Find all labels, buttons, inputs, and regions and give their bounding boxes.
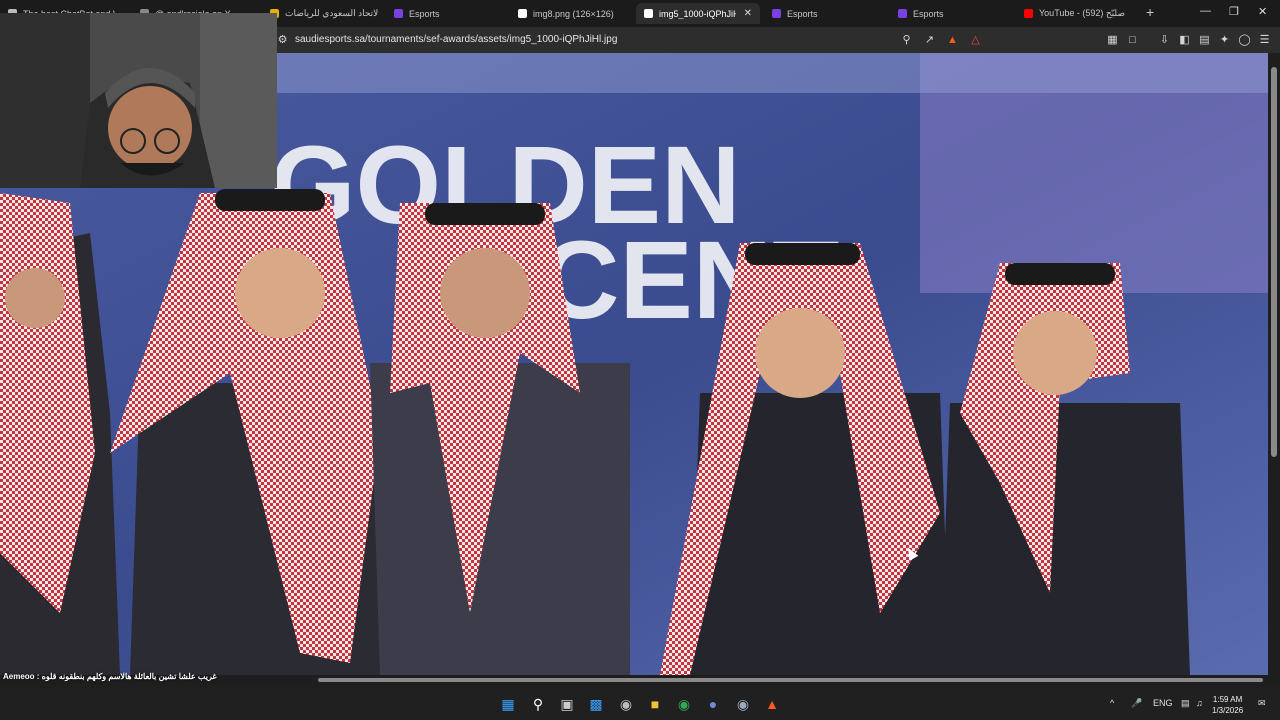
microphone-icon[interactable]: 🎤	[1131, 698, 1142, 709]
tab-label: img8.png (126×126)	[533, 8, 614, 19]
tab-8[interactable]: YouTube - صلبّح (592)	[1016, 3, 1140, 24]
chat-text: غريب علشا تشين بالعائلة هالاسم وكلهم بنط…	[41, 672, 217, 681]
tab-6[interactable]: Esports	[764, 3, 888, 24]
tab-label: Esports	[787, 8, 818, 19]
tab-label: Esports	[913, 8, 944, 19]
network-icon[interactable]: ▤	[1181, 698, 1190, 709]
store-icon[interactable]: ▩	[586, 694, 606, 714]
windows-taskbar: ▦ ⚲ ▣ ▩ ◉ ■ ◉ ● ◉ ▲ ^ 🎤 ENG ▤ ♫ 1:59 AM …	[0, 688, 1280, 720]
chat-message: Aemeoo : غريب علشا تشين بالعائلة هالاسم …	[3, 672, 217, 681]
leo-icon[interactable]: ✦	[1218, 33, 1231, 46]
clock-time: 1:59 AM	[1212, 695, 1243, 704]
system-clock[interactable]: 1:59 AM 1/3/2026	[1212, 694, 1243, 716]
brave-icon[interactable]: ▲	[762, 694, 782, 714]
extensions-icon[interactable]: ▦	[1106, 33, 1119, 46]
sidebar-icon[interactable]: ◧	[1178, 33, 1191, 46]
vertical-scroll-thumb[interactable]	[1271, 67, 1277, 457]
url-text[interactable]: saudiesports.sa/tournaments/sef-awards/a…	[295, 34, 617, 45]
maximize-button[interactable]: ❐	[1229, 5, 1239, 18]
tab-4[interactable]: img8.png (126×126)	[510, 3, 634, 24]
tab-favicon-icon	[1024, 9, 1033, 18]
chat-username: Aemeoo	[3, 672, 35, 681]
brave-rewards-icon[interactable]: △	[969, 33, 982, 46]
tab-favicon-icon	[772, 9, 781, 18]
tab-3[interactable]: Esports	[386, 3, 510, 24]
file-explorer-icon[interactable]: ■	[645, 694, 665, 714]
menu-icon[interactable]: ☰	[1258, 33, 1271, 46]
tab-favicon-icon	[394, 9, 403, 18]
share-icon[interactable]: ↗	[923, 33, 936, 46]
notifications-icon[interactable]: ✉	[1258, 698, 1266, 709]
tab-label: YouTube - صلبّح (592)	[1039, 8, 1126, 18]
chrome-icon[interactable]: ◉	[674, 694, 694, 714]
webcam-overlay	[0, 13, 277, 188]
tab-label: img5_1000-iQPhJiHl.jpg	[659, 8, 736, 19]
tab-label: Esports	[409, 8, 440, 19]
task-view-icon[interactable]: ▣	[557, 694, 577, 714]
clock-date: 1/3/2026	[1212, 706, 1244, 715]
tray-overflow-icon[interactable]: ^	[1110, 698, 1114, 708]
vpn-icon[interactable]: ◯	[1238, 33, 1251, 46]
close-window-button[interactable]: ✕	[1258, 5, 1267, 18]
download-icon[interactable]: ⇩	[1158, 33, 1171, 46]
tab-close-icon[interactable]: ✕	[744, 8, 752, 19]
language-indicator[interactable]: ENG	[1153, 698, 1173, 708]
vertical-scrollbar[interactable]	[1268, 53, 1280, 675]
tab-2[interactable]: جوائز الاتحاد السعودي للرياضات	[262, 3, 386, 24]
tab-favicon-icon	[518, 9, 527, 18]
tab-label: جوائز الاتحاد السعودي للرياضات	[285, 8, 378, 18]
tab-favicon-icon	[898, 9, 907, 18]
tab-5[interactable]: img5_1000-iQPhJiHl.jpg ✕	[636, 3, 760, 24]
tab-favicon-icon	[644, 9, 653, 18]
search-icon[interactable]: ⚲	[528, 694, 548, 714]
new-tab-button[interactable]: +	[1146, 4, 1154, 20]
tab-7[interactable]: Esports	[890, 3, 1014, 24]
minimize-button[interactable]: —	[1200, 5, 1211, 17]
reader-icon[interactable]: □	[1126, 33, 1139, 46]
obs-icon[interactable]: ◉	[616, 694, 636, 714]
horizontal-scroll-thumb[interactable]	[318, 678, 1263, 682]
site-info-icon[interactable]: ⚙	[276, 33, 289, 46]
volume-icon[interactable]: ♫	[1196, 698, 1203, 708]
start-button-icon[interactable]: ▦	[498, 694, 518, 714]
wallet-icon[interactable]: ▤	[1198, 33, 1211, 46]
discord-icon[interactable]: ●	[703, 694, 723, 714]
steam-icon[interactable]: ◉	[733, 694, 753, 714]
brave-shield-icon[interactable]: ▲	[946, 33, 959, 46]
zoom-icon[interactable]: ⚲	[900, 33, 913, 46]
